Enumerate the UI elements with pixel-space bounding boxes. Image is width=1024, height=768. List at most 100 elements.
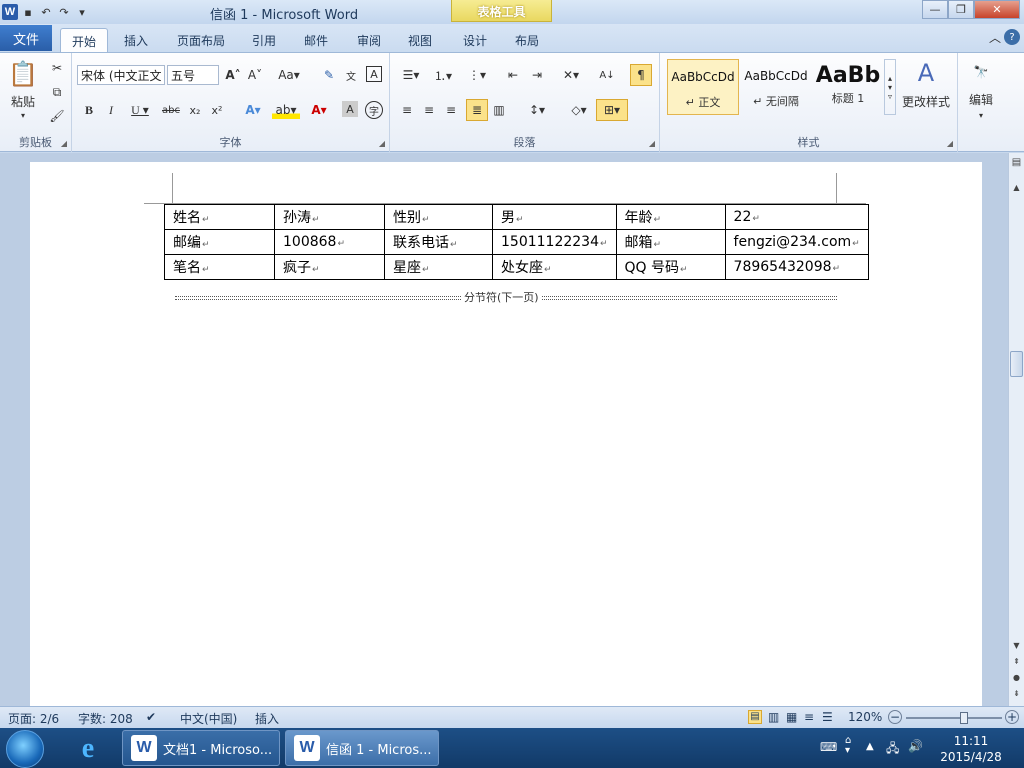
help-icon[interactable]: ? [1004,29,1020,45]
tab-insert[interactable]: 插入 [116,28,156,52]
strikethrough-icon[interactable]: abc [160,101,182,119]
align-center-icon[interactable]: ≡ [420,101,438,119]
distributed-icon[interactable]: ▥ [490,101,508,119]
align-right-icon[interactable]: ≡ [442,101,460,119]
paste-icon[interactable]: 📋 [8,57,38,91]
table-cell[interactable]: 年龄↵ [615,204,726,230]
outline-icon[interactable]: ≡ [804,710,814,724]
font-launcher-icon[interactable]: ◢ [379,139,385,148]
web-layout-icon[interactable]: ▦ [786,710,797,724]
scroll-down-icon[interactable]: ▼ [1009,641,1024,650]
zoom-slider-track[interactable] [906,717,1002,719]
grow-font-icon[interactable]: A˄ [224,66,242,84]
font-color-icon[interactable]: A▾ [306,101,332,119]
phonetic-guide-icon[interactable]: 文 [342,66,360,84]
word-app-icon[interactable]: W [2,4,18,20]
align-left-icon[interactable]: ≡ [398,101,416,119]
input-method-icon[interactable]: ⌂ ▾ [845,736,851,756]
show-hidden-icons[interactable]: ▲ [866,741,874,752]
info-table[interactable]: 姓名↵ 孙涛↵ 性别↵ 男↵ 年龄↵ 22↵ 邮编↵ 100868↵ 联系电话↵… [164,204,869,280]
multilevel-list-icon[interactable]: ⋮▾ [464,66,490,84]
table-cell[interactable]: 100868↵ [274,229,385,255]
next-page-icon[interactable]: ⇟ [1009,689,1024,698]
shrink-font-icon[interactable]: A˅ [246,66,264,84]
italic-icon[interactable]: I [102,101,120,119]
font-name-combo[interactable]: 宋体 (中文正文 [77,65,165,85]
cut-icon[interactable]: ✂ [48,59,66,77]
full-screen-reading-icon[interactable]: ▥ [768,710,779,724]
table-cell[interactable]: 15011122234↵ [492,229,617,255]
enclose-characters-icon[interactable]: 字 [365,101,383,119]
sort-icon[interactable]: A↓ [598,66,616,84]
asian-layout-icon[interactable]: ✕▾ [558,66,584,84]
table-cell[interactable]: 邮编↵ [164,229,275,255]
volume-icon[interactable]: 🔊 [908,739,923,753]
text-effects-icon[interactable]: A▾ [240,101,266,119]
subscript-icon[interactable]: x₂ [186,101,204,119]
collapse-ribbon-icon[interactable]: ︿ [988,29,1002,45]
find-binoculars-icon[interactable]: 🔭 [970,61,992,83]
superscript-icon[interactable]: x² [208,101,226,119]
page-count[interactable]: 页面: 2/6 [8,710,59,727]
customize-qat-icon[interactable]: ▾ [74,4,90,20]
tab-layout[interactable]: 布局 [508,28,546,52]
ruler-toggle-icon[interactable]: ▤ [1009,157,1024,177]
zoom-slider-thumb[interactable] [959,712,968,724]
start-button-icon[interactable] [6,730,44,768]
insert-mode[interactable]: 插入 [255,710,279,727]
table-cell[interactable]: 78965432098↵ [724,254,869,280]
scroll-thumb[interactable] [1010,351,1023,377]
tab-file[interactable]: 文件 [0,25,52,51]
shading-icon[interactable]: ◇▾ [566,101,592,119]
table-cell[interactable]: QQ 号码↵ [615,254,726,280]
clear-formatting-icon[interactable]: ✎ [320,66,338,84]
minimize-button[interactable]: — [922,0,948,19]
table-cell[interactable]: 孙涛↵ [274,204,385,230]
character-shading-icon[interactable]: A [342,101,358,117]
proofing-icon[interactable]: ✔ [146,710,156,724]
tab-mailings[interactable]: 邮件 [297,28,335,52]
bullets-icon[interactable]: ☰▾ [398,66,424,84]
styles-scroll-icon[interactable]: ▴ ▾ ▿ [884,59,896,115]
tab-view[interactable]: 视图 [401,28,439,52]
network-icon[interactable]: 🖧 [886,739,899,760]
table-cell[interactable]: 性别↵ [384,204,493,230]
scroll-up-icon[interactable]: ▲ [1009,183,1024,192]
tab-page-layout[interactable]: 页面布局 [170,28,232,52]
zoom-level[interactable]: 120% [848,710,882,724]
increase-indent-icon[interactable]: ⇥ [528,66,546,84]
editing-dropdown-icon[interactable]: ▾ [974,109,988,121]
vertical-scrollbar[interactable]: ▤ ▲ ▼ ⇞ ● ⇟ [1008,153,1024,706]
table-cell[interactable]: fengzi@234.com↵ [724,229,869,255]
style-no-spacing[interactable]: AaBbCcDd ↵ 无间隔 [740,59,812,115]
change-styles-icon[interactable]: A [910,59,942,87]
font-size-combo[interactable]: 五号 [167,65,219,85]
bold-icon[interactable]: B [80,101,98,119]
zoom-out-icon[interactable]: − [888,710,902,724]
table-cell[interactable]: 星座↵ [384,254,493,280]
borders-icon[interactable]: ⊞▾ [596,99,628,121]
redo-icon[interactable]: ↷ [56,4,72,20]
zoom-in-icon[interactable]: + [1005,710,1019,724]
close-button[interactable]: ✕ [974,0,1020,19]
browse-object-icon[interactable]: ● [1009,673,1024,682]
style-normal[interactable]: AaBbCcDd ↵ 正文 [667,59,739,115]
show-marks-icon[interactable]: ¶ [630,64,652,86]
word-count[interactable]: 字数: 208 [78,710,133,727]
taskbar-item-doc1[interactable]: W 文档1 - Microso... [122,730,280,766]
tab-design[interactable]: 设计 [455,28,495,52]
change-styles-button[interactable]: 更改样式 [898,93,954,109]
justify-icon[interactable]: ≣ [466,99,488,121]
undo-icon[interactable]: ↶ [38,4,54,20]
table-cell[interactable]: 22↵ [724,204,869,230]
editing-button[interactable]: 编辑 [962,91,1000,107]
taskbar-clock[interactable]: 11:11 2015/4/28 [936,733,1006,765]
numbering-icon[interactable]: ⒈▾ [430,66,456,84]
character-border-icon[interactable]: A [366,66,382,82]
style-heading-1[interactable]: AaBb 标题 1 [812,59,884,115]
format-painter-icon[interactable]: 🖌 [48,107,66,125]
keyboard-icon[interactable]: ⌨ [820,740,837,754]
table-cell[interactable]: 联系电话↵ [384,229,493,255]
table-cell[interactable]: 疯子↵ [274,254,385,280]
draft-icon[interactable]: ☰ [822,710,833,724]
